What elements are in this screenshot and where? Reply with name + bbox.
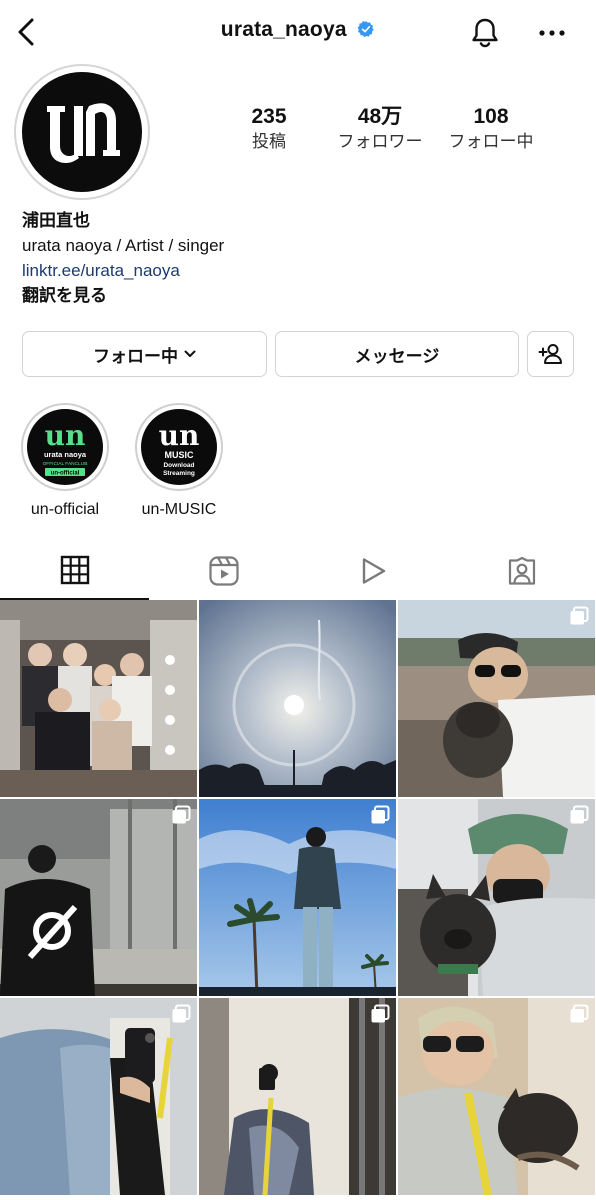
carousel-icon xyxy=(371,805,390,824)
chevron-down-icon xyxy=(184,350,196,357)
post-thumbnail[interactable] xyxy=(0,600,197,797)
carousel-icon xyxy=(570,1004,589,1023)
sun-halo-image xyxy=(199,600,396,797)
highlight-un-music[interactable]: un MUSIC Download Streaming un-MUSIC xyxy=(134,403,224,519)
man-with-dog-image xyxy=(398,600,595,797)
post-thumbnail[interactable] xyxy=(199,799,396,996)
tab-posts-grid[interactable] xyxy=(0,542,149,600)
man-blue-sky-image xyxy=(199,799,396,996)
notification-bell-icon[interactable] xyxy=(468,16,502,50)
highlight-ring: un MUSIC Download Streaming xyxy=(135,403,223,491)
post-thumbnail[interactable] xyxy=(0,998,197,1195)
following-button[interactable]: フォロー中 xyxy=(22,331,267,377)
highlight-ring: un urata naoya OFFICIAL FANCLUB un-offic… xyxy=(21,403,109,491)
followers-count-label: フォロワー xyxy=(337,132,423,151)
post-thumbnail[interactable] xyxy=(199,998,396,1195)
highlight-cover: un MUSIC Download Streaming xyxy=(141,409,217,485)
carousel-icon xyxy=(371,1004,390,1023)
highlight-line-2: OFFICIAL FANCLUB xyxy=(43,461,88,467)
profile-bio: 浦田直也 urata naoya / Artist / singer linkt… xyxy=(22,208,582,308)
verified-badge-icon xyxy=(357,21,374,38)
man-sunglasses-dog-image xyxy=(398,998,595,1195)
un-official-cover-icon: un urata naoya OFFICIAL FANCLUB un-offic… xyxy=(43,419,88,477)
man-with-bulldog-image xyxy=(398,799,595,996)
highlight-label: un-official xyxy=(30,501,100,518)
tab-reels[interactable] xyxy=(149,542,298,600)
tab-tagged[interactable] xyxy=(447,542,596,600)
profile-avatar[interactable] xyxy=(14,64,150,200)
carousel-icon xyxy=(172,805,191,824)
profile-tabs xyxy=(0,542,596,600)
bio-tagline: urata naoya / Artist / singer xyxy=(22,236,225,255)
suggest-users-button[interactable] xyxy=(527,331,574,377)
carousel-icon xyxy=(570,606,589,625)
translate-bio-link[interactable]: 翻訳を見る xyxy=(22,283,582,308)
post-thumbnail[interactable] xyxy=(398,998,595,1195)
following-count-label: フォロー中 xyxy=(448,132,534,151)
following-button-label: フォロー中 xyxy=(93,346,178,366)
posts-count-label: 投稿 xyxy=(252,132,286,151)
message-button[interactable]: メッセージ xyxy=(275,331,519,377)
mirror-selfie-denim-image xyxy=(0,998,197,1195)
highlight-line-2: Download xyxy=(163,462,194,469)
highlight-line-1: MUSIC xyxy=(165,450,195,460)
mirror-selfie-hallway-image xyxy=(199,998,396,1195)
hoodie-garage-image xyxy=(0,799,197,996)
grid-icon xyxy=(60,555,89,585)
tab-videos[interactable] xyxy=(298,542,447,600)
carousel-icon xyxy=(570,805,589,824)
group-photo-image xyxy=(0,600,197,797)
bio-link[interactable]: linktr.ee/urata_naoya xyxy=(22,258,582,283)
posts-count-value: 235 xyxy=(251,105,287,128)
highlight-cover: un urata naoya OFFICIAL FANCLUB un-offic… xyxy=(27,409,103,485)
posts-grid xyxy=(0,600,596,1200)
posts-count[interactable]: 235 投稿 xyxy=(209,104,329,154)
more-options-icon[interactable] xyxy=(538,28,566,38)
post-thumbnail[interactable] xyxy=(398,600,595,797)
un-music-cover-icon: un MUSIC Download Streaming xyxy=(159,419,200,477)
profile-header-title: urata_naoya xyxy=(0,18,596,42)
followers-count[interactable]: 48万 フォロワー xyxy=(320,104,440,154)
highlight-logo: un xyxy=(159,419,200,452)
tagged-user-icon xyxy=(508,556,535,585)
post-thumbnail[interactable] xyxy=(199,600,396,797)
add-person-icon xyxy=(538,344,562,364)
highlight-logo: un xyxy=(45,419,86,452)
highlight-line-1: urata naoya xyxy=(44,450,87,459)
highlight-un-official[interactable]: un urata naoya OFFICIAL FANCLUB un-offic… xyxy=(20,403,110,519)
carousel-icon xyxy=(172,1004,191,1023)
reels-icon xyxy=(208,556,239,586)
video-play-icon xyxy=(362,558,385,584)
profile-username: urata_naoya xyxy=(220,18,347,41)
un-logo-icon xyxy=(47,103,120,163)
display-name: 浦田直也 xyxy=(22,211,90,230)
followers-count-value: 48万 xyxy=(357,105,403,128)
post-thumbnail[interactable] xyxy=(398,799,595,996)
message-button-label: メッセージ xyxy=(354,346,440,366)
post-thumbnail[interactable] xyxy=(0,799,197,996)
following-count-value: 108 xyxy=(473,105,509,128)
top-bar: urata_naoya xyxy=(0,0,596,66)
highlight-label: un-MUSIC xyxy=(141,501,217,518)
avatar-image xyxy=(22,72,142,192)
highlight-line-3: Streaming xyxy=(163,470,195,477)
highlight-line-3: un-official xyxy=(51,471,80,477)
following-count[interactable]: 108 フォロー中 xyxy=(431,104,551,154)
